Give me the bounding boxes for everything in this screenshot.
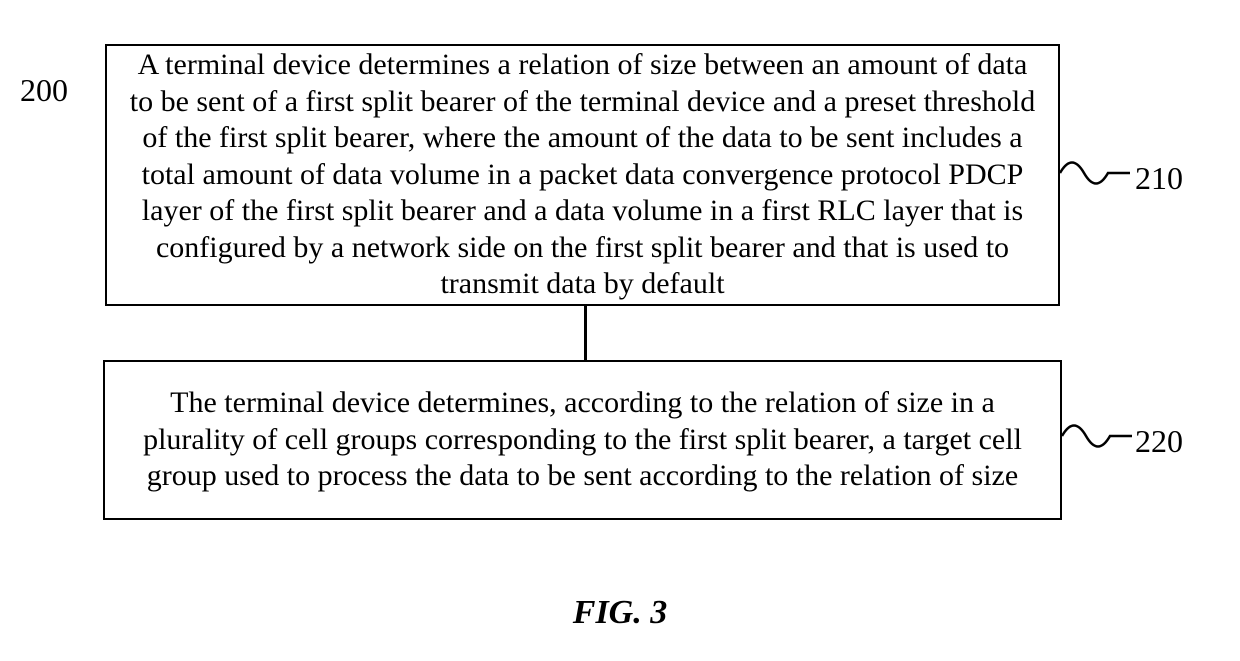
reference-label-220: 220 [1135,423,1183,460]
flowchart-step-210: A terminal device determines a relation … [105,44,1060,306]
callout-curve-220 [1062,415,1132,457]
reference-label-210: 210 [1135,160,1183,197]
reference-label-200: 200 [20,72,68,109]
callout-curve-210 [1060,152,1130,194]
step-220-text: The terminal device determines, accordin… [125,385,1040,495]
figure-caption: FIG. 3 [0,594,1240,632]
step-210-text: A terminal device determines a relation … [127,47,1038,303]
flowchart-step-220: The terminal device determines, accordin… [103,360,1062,520]
connector-line [584,306,587,360]
